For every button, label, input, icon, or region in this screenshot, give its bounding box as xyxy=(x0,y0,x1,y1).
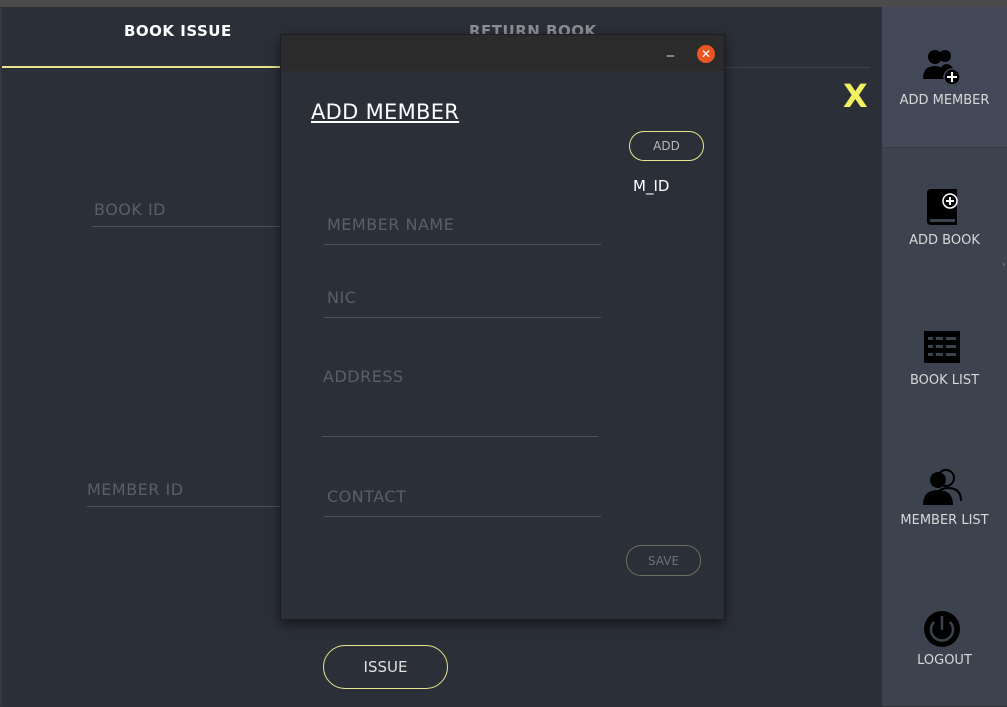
contact-underline xyxy=(324,516,601,517)
dialog-title: ADD MEMBER xyxy=(311,100,460,124)
member-id-input[interactable]: MEMBER ID xyxy=(87,480,184,499)
add-button[interactable]: ADD xyxy=(629,131,704,161)
sidebar-item-label: LOGOUT xyxy=(917,653,972,668)
window-top-strip xyxy=(0,0,1007,7)
book-id-underline xyxy=(92,226,282,227)
contact-input[interactable]: CONTACT xyxy=(327,487,406,506)
sidebar-item-label: ADD MEMBER xyxy=(899,93,990,108)
sidebar-item-label: BOOK LIST xyxy=(909,373,980,388)
dialog-titlebar[interactable]: _ ✕ xyxy=(281,35,724,71)
sidebar-item-logout[interactable]: LOGOUT xyxy=(882,567,1007,707)
save-button[interactable]: SAVE xyxy=(626,545,701,576)
dialog-close-button[interactable]: ✕ xyxy=(697,45,715,63)
member-list-icon xyxy=(923,469,962,505)
close-icon[interactable]: X xyxy=(843,80,868,112)
add-member-dialog: _ ✕ ADD MEMBER ADD M_ID MEMBER NAME NIC … xyxy=(281,35,724,619)
sidebar-item-label: ADD BOOK xyxy=(909,233,980,248)
member-id-label: M_ID xyxy=(633,177,670,195)
address-underline xyxy=(322,436,598,437)
sidebar-item-add-member[interactable]: ADD MEMBER xyxy=(882,7,1007,147)
nic-underline xyxy=(324,317,601,318)
chevron-right-icon: › xyxy=(1002,260,1006,270)
issue-button[interactable]: ISSUE xyxy=(323,645,448,689)
sidebar-item-book-list[interactable]: BOOK LIST xyxy=(882,287,1007,427)
sidebar-item-add-book[interactable]: ADD BOOK xyxy=(882,147,1007,287)
minimize-button[interactable]: _ xyxy=(667,41,674,57)
add-member-icon xyxy=(923,50,961,86)
book-list-icon xyxy=(924,331,960,363)
active-tab-indicator xyxy=(2,66,280,68)
tab-book-issue[interactable]: BOOK ISSUE xyxy=(124,22,232,40)
member-id-underline xyxy=(87,506,282,507)
power-icon xyxy=(924,611,960,647)
member-name-underline xyxy=(324,244,601,245)
book-id-input[interactable]: BOOK ID xyxy=(94,200,166,219)
sidebar-item-label: MEMBER LIST xyxy=(900,513,989,528)
nic-input[interactable]: NIC xyxy=(327,288,356,307)
left-edge xyxy=(0,7,2,706)
member-name-input[interactable]: MEMBER NAME xyxy=(327,215,454,234)
address-input[interactable]: ADDRESS xyxy=(323,367,404,386)
sidebar: ADD MEMBER ADD BOOK BOOK LIST MEMBER LIS… xyxy=(882,7,1007,706)
add-book-icon xyxy=(927,189,958,225)
sidebar-item-member-list[interactable]: MEMBER LIST xyxy=(882,427,1007,567)
